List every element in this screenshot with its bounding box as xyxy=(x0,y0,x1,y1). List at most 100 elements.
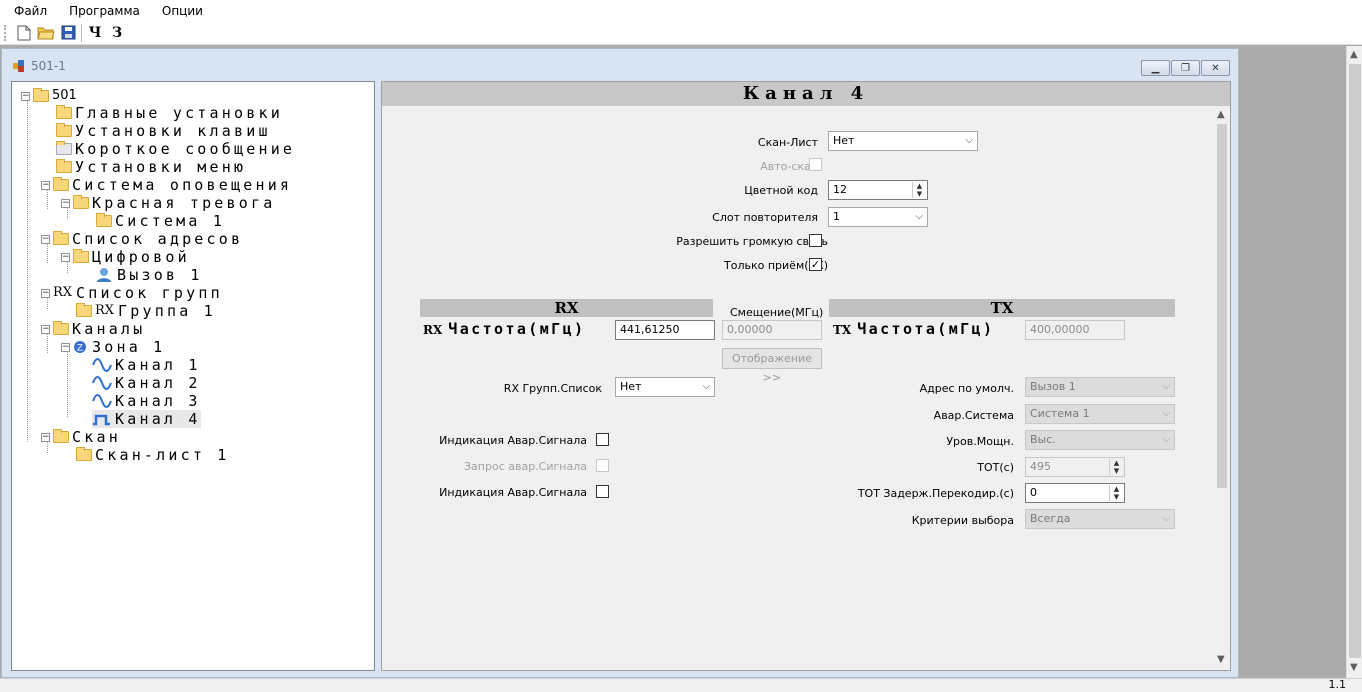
tree-node-short-message[interactable]: Короткое сообщение xyxy=(56,140,295,158)
auto-scan-checkbox[interactable] xyxy=(809,158,822,171)
tree-node-root[interactable]: − 501 xyxy=(21,87,77,105)
rx-only-checkbox[interactable]: ✓ xyxy=(809,258,822,271)
tree-node-red-alert[interactable]: − Красная тревога xyxy=(61,194,275,212)
save-icon[interactable] xyxy=(57,22,79,44)
collapse-icon[interactable]: − xyxy=(41,234,50,244)
spin-arrows-icon[interactable]: ▲ ▼ xyxy=(912,182,926,198)
scroll-thumb[interactable] xyxy=(1349,64,1361,658)
repeater-slot-label: Слот повторителя xyxy=(712,211,818,224)
repeater-slot-select[interactable]: 1 ⌵ xyxy=(828,207,928,227)
spin-arrows-icon[interactable]: ▲ ▼ xyxy=(1109,459,1123,475)
alarm-indication-1-label: Индикация Авар.Сигнала xyxy=(439,434,587,447)
panel-vertical-scrollbar[interactable]: ▲ ▼ xyxy=(1214,106,1230,670)
scroll-down-icon[interactable]: ▼ xyxy=(1350,662,1358,673)
tree-node-main-settings[interactable]: Главные установки xyxy=(56,104,283,122)
tree-node-alert-system[interactable]: − Система оповещения xyxy=(41,176,292,194)
folder-icon xyxy=(76,303,92,317)
folder-icon xyxy=(73,249,89,263)
main-vertical-scrollbar[interactable]: ▲ ▼ xyxy=(1346,46,1362,678)
tree-node-scan[interactable]: − Скан xyxy=(41,428,121,446)
menu-program[interactable]: Программа xyxy=(55,4,148,18)
read-button[interactable]: Ч xyxy=(84,22,106,44)
chevron-down-icon: ⌵ xyxy=(915,211,923,222)
alarm-system-select[interactable]: Система 1 ⌵ xyxy=(1025,404,1175,424)
toolbar-grip[interactable] xyxy=(4,24,7,41)
channel-panel: Канал 4 ▲ ▼ Скан-Лист Нет ⌵ Авто-скан Цве… xyxy=(381,81,1231,671)
tot-spinner[interactable]: 495 ▲ ▼ xyxy=(1025,457,1125,477)
tree-node-group-list[interactable]: − RX Список групп xyxy=(41,284,223,302)
menu-bar: Файл Программа Опции xyxy=(0,0,1362,21)
alarm-indication-1-checkbox[interactable] xyxy=(596,433,609,446)
tot-rekey-spinner[interactable]: 0 ▲ ▼ xyxy=(1025,483,1125,503)
offset-input[interactable]: 0,00000 xyxy=(722,320,822,340)
tree-node-channel-4[interactable]: Канал 4 xyxy=(92,410,201,428)
chevron-down-icon: ⌵ xyxy=(1162,408,1170,419)
svg-text:Z: Z xyxy=(77,344,83,354)
panel-horizontal-scrollbar[interactable] xyxy=(382,666,1216,670)
scroll-down-icon[interactable]: ▼ xyxy=(1217,654,1225,665)
tree-node-system-1[interactable]: Система 1 xyxy=(96,212,225,230)
folder-icon xyxy=(53,429,69,443)
collapse-icon[interactable]: − xyxy=(61,252,70,262)
tree-node-channels[interactable]: − Каналы xyxy=(41,320,145,338)
rx-group-list-select[interactable]: Нет ⌵ xyxy=(615,377,715,397)
folder-icon xyxy=(53,321,69,335)
alarm-request-label: Запрос авар.Сигнала xyxy=(464,460,587,473)
collapse-icon[interactable]: − xyxy=(21,91,30,101)
tree-node-zone-1[interactable]: − Z Зона 1 xyxy=(61,338,165,356)
tree-node-channel-3[interactable]: Канал 3 xyxy=(92,392,201,410)
tree-node-key-settings[interactable]: Установки клавиш xyxy=(56,122,271,140)
tree-node-address-list[interactable]: − Список адресов xyxy=(41,230,243,248)
alarm-request-checkbox[interactable] xyxy=(596,459,609,472)
offset-label: Смещение(МГц) xyxy=(730,306,824,319)
rx-header: RX xyxy=(420,299,713,317)
folder-icon xyxy=(56,123,72,137)
close-icon[interactable]: ✕ xyxy=(1201,60,1230,76)
tree-node-call-1[interactable]: Вызов 1 xyxy=(96,266,203,284)
default-address-select[interactable]: Вызов 1 ⌵ xyxy=(1025,377,1175,397)
collapse-icon[interactable]: − xyxy=(41,180,50,190)
scan-list-select[interactable]: Нет ⌵ xyxy=(828,131,978,151)
admit-criteria-select[interactable]: Всегда ⌵ xyxy=(1025,509,1175,529)
chevron-down-icon: ⌵ xyxy=(965,135,973,146)
tx-frequency-input[interactable]: 400,00000 xyxy=(1025,320,1125,340)
tree-node-digital[interactable]: − Цифровой xyxy=(61,248,190,266)
folder-icon xyxy=(76,447,92,461)
collapse-icon[interactable]: − xyxy=(41,288,50,298)
scroll-up-icon[interactable]: ▲ xyxy=(1217,109,1225,120)
new-file-icon[interactable] xyxy=(13,22,35,44)
collapse-icon[interactable]: − xyxy=(41,324,50,334)
spin-arrows-icon[interactable]: ▲ ▼ xyxy=(1109,485,1123,501)
chevron-down-icon: ⌵ xyxy=(1162,381,1170,392)
power-level-label: Уров.Мощн. xyxy=(946,435,1014,448)
config-tree: − 501 Главные установки Установки клавиш… xyxy=(11,81,375,671)
tree-node-channel-1[interactable]: Канал 1 xyxy=(92,356,201,374)
rx-frequency-input[interactable]: 441,61250 xyxy=(615,320,715,340)
alarm-indication-2-checkbox[interactable] xyxy=(596,485,609,498)
menu-file[interactable]: Файл xyxy=(0,4,55,18)
folder-icon xyxy=(96,213,112,227)
tree-node-scan-list-1[interactable]: Скан-лист 1 xyxy=(76,446,230,464)
restore-icon[interactable]: ❐ xyxy=(1171,60,1200,76)
contact-icon xyxy=(97,268,111,282)
power-level-select[interactable]: Выс. ⌵ xyxy=(1025,430,1175,450)
scroll-up-icon[interactable]: ▲ xyxy=(1350,49,1358,60)
scroll-thumb[interactable] xyxy=(1217,124,1227,488)
color-code-spinner[interactable]: 12 ▲ ▼ xyxy=(828,180,928,200)
tree-node-menu-settings[interactable]: Установки меню xyxy=(56,158,246,176)
collapse-icon[interactable]: − xyxy=(61,342,70,352)
tree-node-group-1[interactable]: RX Группа 1 xyxy=(76,302,216,320)
write-button[interactable]: З xyxy=(106,22,128,44)
tree-node-channel-2[interactable]: Канал 2 xyxy=(92,374,201,392)
menu-options[interactable]: Опции xyxy=(148,4,211,18)
rx-group-icon: RX xyxy=(53,285,73,300)
collapse-icon[interactable]: − xyxy=(61,198,70,208)
zone-icon: Z xyxy=(74,341,86,354)
tx-frequency-label: TX Частота(мГц) xyxy=(833,320,995,338)
chevron-down-icon: ⌵ xyxy=(702,381,710,392)
mapping-button[interactable]: Отображение >> xyxy=(722,348,822,384)
minimize-icon[interactable]: ▁ xyxy=(1141,60,1170,76)
open-folder-icon[interactable] xyxy=(35,22,57,44)
allow-talkaround-checkbox[interactable] xyxy=(809,234,822,247)
collapse-icon[interactable]: − xyxy=(41,432,50,442)
